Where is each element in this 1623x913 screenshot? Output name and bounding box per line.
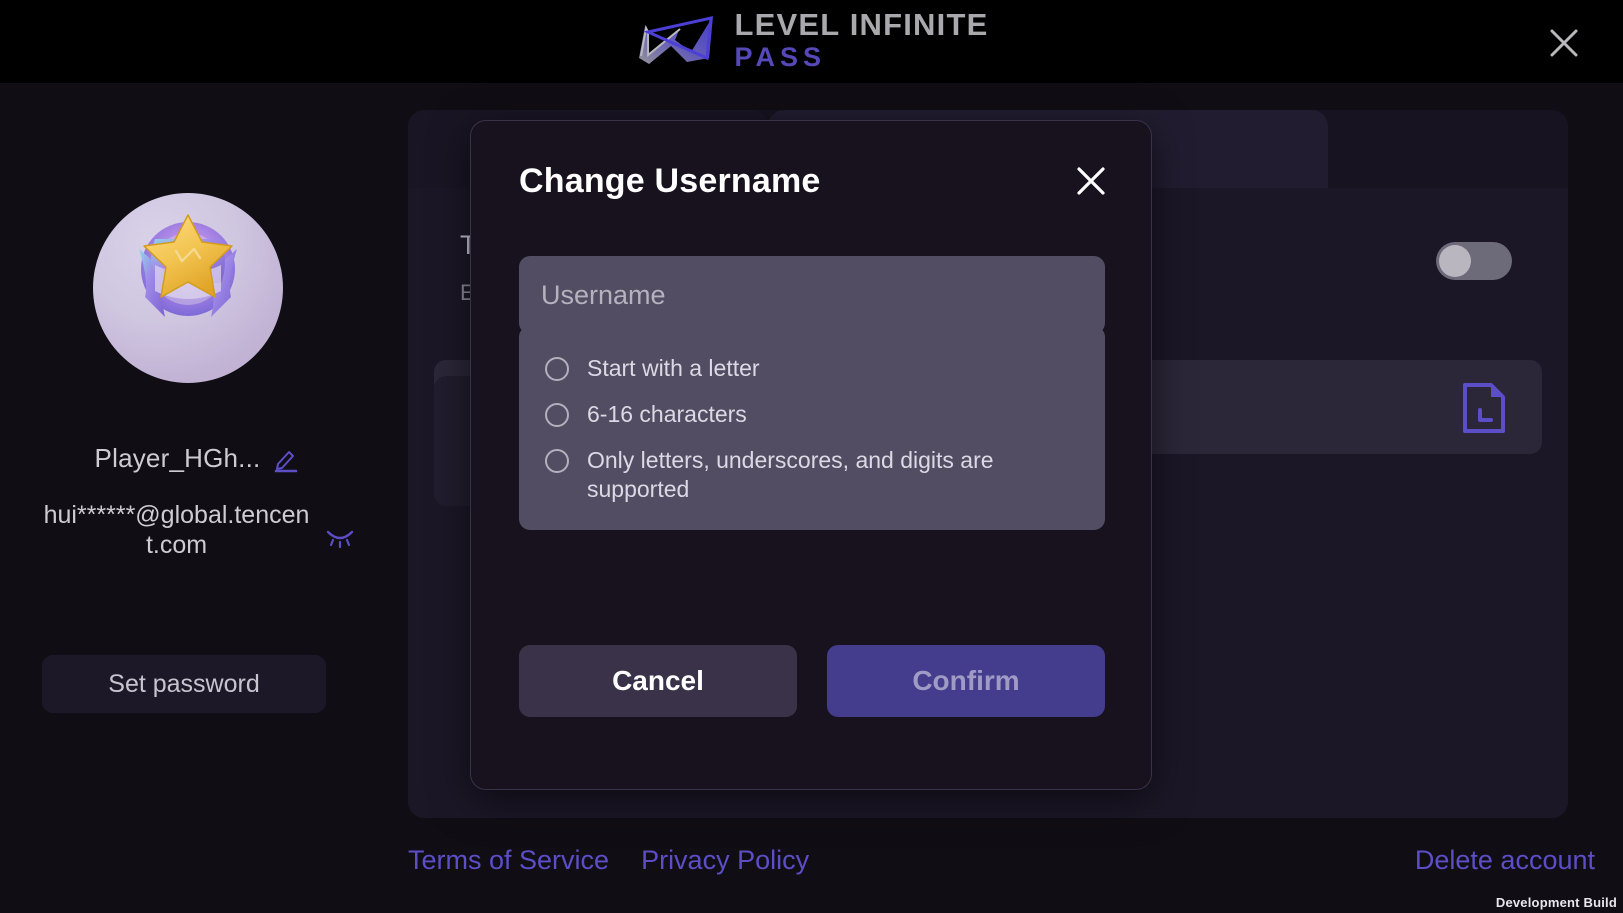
change-username-dialog: Change Username Start with a letter 6-16…: [470, 120, 1152, 790]
title-bar: LEVEL INFINITE PASS: [0, 0, 1623, 83]
confirm-button[interactable]: Confirm: [827, 645, 1105, 717]
development-build-watermark: Development Build: [1496, 895, 1617, 910]
close-icon: [1546, 25, 1582, 61]
rule-label: Start with a letter: [587, 354, 760, 383]
toggle-knob: [1439, 245, 1471, 277]
star-badge-avatar-icon: [93, 193, 283, 383]
two-step-toggle[interactable]: [1436, 242, 1512, 280]
rule-item: 6-16 characters: [519, 400, 1105, 429]
privacy-policy-link[interactable]: Privacy Policy: [641, 845, 809, 876]
rule-item: Only letters, underscores, and digits ar…: [519, 446, 1105, 504]
dialog-header: Change Username: [519, 161, 1111, 201]
cancel-button[interactable]: Cancel: [519, 645, 797, 717]
rule-label: Only letters, underscores, and digits ar…: [587, 446, 1057, 504]
brand-wordmark: LEVEL INFINITE PASS: [735, 9, 989, 71]
username-rules-list: Start with a letter 6-16 characters Only…: [519, 326, 1105, 530]
profile-email: hui******@global.tencent.com: [39, 501, 314, 560]
footer-links: Terms of Service Privacy Policy: [408, 845, 809, 876]
edit-pencil-icon[interactable]: [272, 445, 300, 473]
profile-email-row: hui******@global.tencent.com: [10, 501, 385, 560]
profile-name-row: Player_HGh...: [0, 443, 395, 474]
terms-of-service-link[interactable]: Terms of Service: [408, 845, 609, 876]
avatar[interactable]: [93, 193, 283, 383]
close-icon: [1074, 164, 1108, 198]
eye-off-icon[interactable]: [324, 523, 356, 549]
dialog-title: Change Username: [519, 162, 821, 201]
rule-status-circle-icon: [545, 449, 569, 473]
dialog-close-button[interactable]: [1071, 161, 1111, 201]
rule-status-circle-icon: [545, 357, 569, 381]
rule-item: Start with a letter: [519, 354, 1105, 383]
brand-line-secondary: PASS: [735, 44, 989, 71]
dialog-actions: Cancel Confirm: [519, 645, 1105, 717]
brand-line-primary: LEVEL INFINITE: [735, 9, 989, 40]
footer-right: Delete account: [1415, 845, 1595, 876]
profile-sidebar: Player_HGh... hui******@global.tencent.c…: [0, 83, 395, 913]
document-clock-icon: [1460, 382, 1508, 434]
profile-username: Player_HGh...: [95, 443, 261, 474]
set-password-button[interactable]: Set password: [42, 655, 326, 713]
app-root: LEVEL INFINITE PASS: [0, 0, 1623, 913]
rule-label: 6-16 characters: [587, 400, 747, 429]
level-infinite-mark-icon: [635, 12, 721, 68]
brand-logo: LEVEL INFINITE PASS: [635, 9, 989, 71]
delete-account-link[interactable]: Delete account: [1415, 845, 1595, 875]
rule-status-circle-icon: [545, 403, 569, 427]
username-input[interactable]: [519, 256, 1105, 334]
window-close-button[interactable]: [1543, 22, 1585, 64]
